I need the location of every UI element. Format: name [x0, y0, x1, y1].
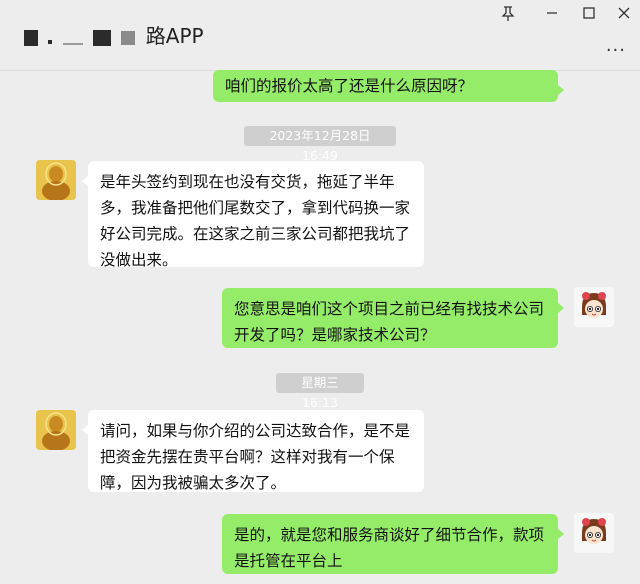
- contact-avatar[interactable]: [36, 160, 76, 200]
- message-bubble-sent[interactable]: 咱们的报价太高了还是什么原因呀？: [213, 70, 564, 102]
- redacted-name-block: [48, 39, 53, 44]
- redacted-name-block: [93, 29, 112, 46]
- maximize-icon[interactable]: [579, 6, 599, 26]
- message-text: 咱们的报价太高了还是什么原因呀？: [225, 77, 474, 95]
- timestamp-text: 星期三 16:13: [301, 375, 339, 410]
- message-text: 请问，如果与你介绍的公司达致合作，是不是把资金先摆在贵平台啊？这样对我有一个保障…: [100, 422, 411, 492]
- self-avatar[interactable]: [574, 513, 614, 553]
- redacted-name-block: [121, 30, 136, 45]
- timestamp-text: 2023年12月28日 16:49: [269, 128, 371, 163]
- buddha-avatar-icon: [36, 160, 76, 200]
- timestamp: 星期三 16:13: [276, 373, 364, 410]
- close-icon[interactable]: [614, 6, 634, 26]
- message-text: 是的，就是您和服务商谈好了细节合作，款项是托管在平台上: [234, 526, 545, 570]
- message-bubble-sent[interactable]: 是的，就是您和服务商谈好了细节合作，款项是托管在平台上: [222, 514, 564, 574]
- redacted-name-block: [62, 42, 83, 45]
- timestamp: 2023年12月28日 16:49: [244, 126, 396, 163]
- message-bubble-sent[interactable]: 您意思是咱们这个项目之前已经有找技术公司开发了吗？是哪家技术公司？: [222, 288, 564, 348]
- message-text: 您意思是咱们这个项目之前已经有找技术公司开发了吗？是哪家技术公司？: [234, 300, 545, 344]
- chat-title: 路APP: [24, 20, 204, 49]
- title-bar: 路APP ···: [0, 0, 640, 71]
- message-text: 是年头签约到现在也没有交货，拖延了半年多，我准备把他们尾数交了，拿到代码换一家好…: [100, 173, 411, 269]
- self-avatar[interactable]: [574, 287, 614, 327]
- girl-avatar-icon: [574, 287, 614, 327]
- message-bubble-received[interactable]: 是年头签约到现在也没有交货，拖延了半年多，我准备把他们尾数交了，拿到代码换一家好…: [82, 161, 424, 269]
- minimize-icon[interactable]: [542, 6, 562, 26]
- redacted-name-block: [24, 29, 38, 46]
- chat-title-text: 路APP: [145, 24, 204, 48]
- pin-icon[interactable]: [498, 6, 518, 26]
- message-bubble-received[interactable]: 请问，如果与你介绍的公司达致合作，是不是把资金先摆在贵平台啊？这样对我有一个保障…: [82, 410, 424, 492]
- buddha-avatar-icon: [36, 410, 76, 450]
- girl-avatar-icon: [574, 513, 614, 553]
- more-options-icon[interactable]: ···: [606, 40, 626, 61]
- contact-avatar[interactable]: [36, 410, 76, 450]
